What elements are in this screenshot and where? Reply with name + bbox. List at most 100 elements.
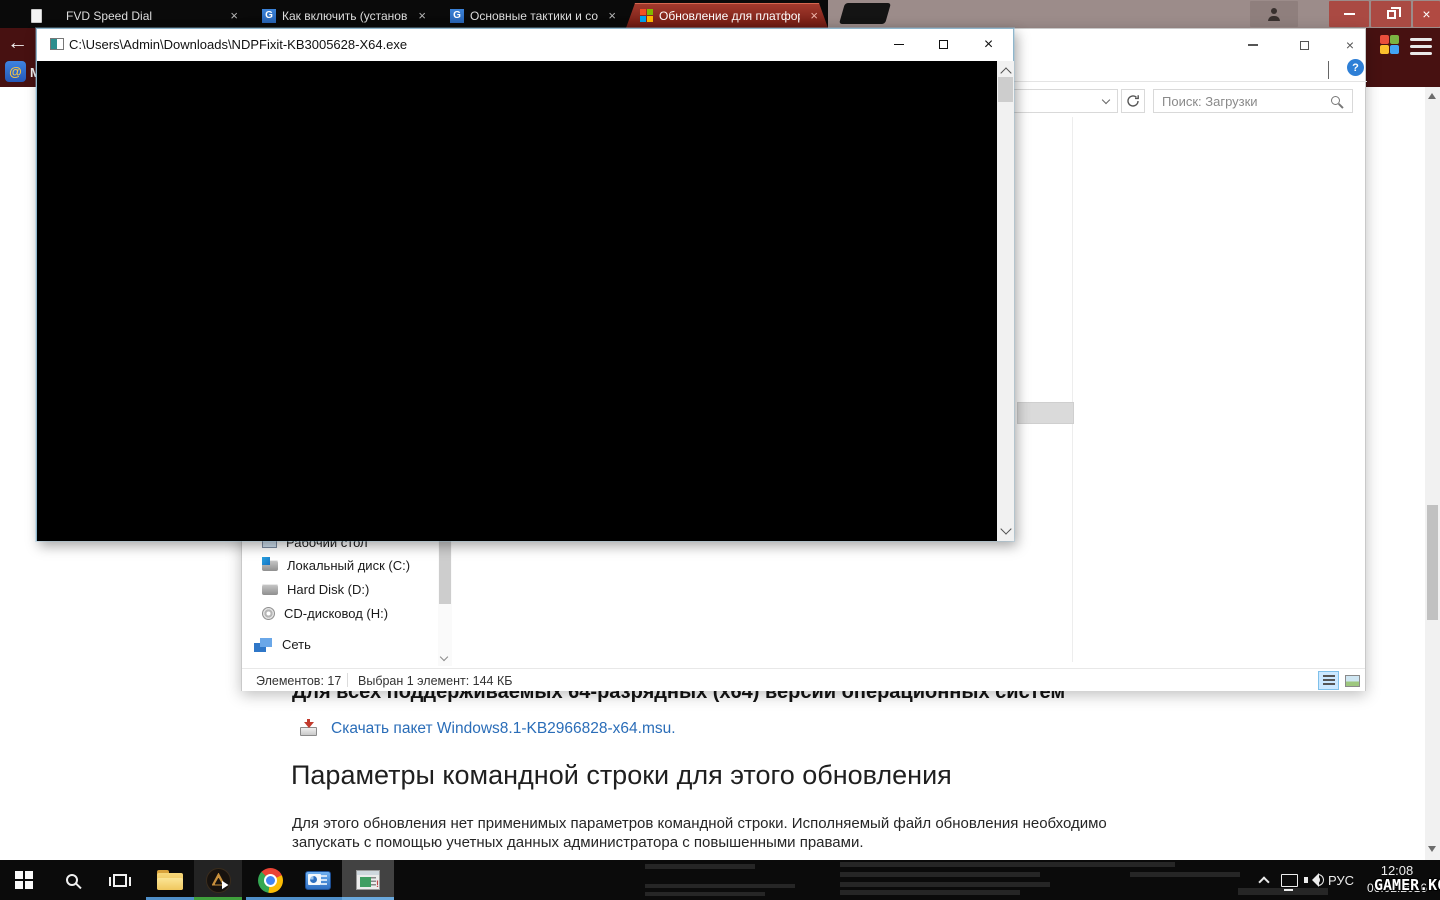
minimize-icon <box>1344 13 1355 15</box>
details-view-button[interactable] <box>1318 671 1339 690</box>
language-indicator[interactable]: РУС <box>1328 873 1354 888</box>
sidebar-item-label: Hard Disk (D:) <box>287 582 369 597</box>
ghost-text <box>840 882 1050 887</box>
download-icon <box>300 719 317 736</box>
explorer-status-bar: Элементов: 17 Выбран 1 элемент: 144 КБ <box>242 668 1365 691</box>
explorer-minimize-button[interactable] <box>1236 35 1270 55</box>
help-button[interactable]: ? <box>1347 59 1364 76</box>
explorer-close-button[interactable]: × <box>1333 35 1367 55</box>
tray-volume-button[interactable] <box>1300 860 1328 900</box>
scroll-down-arrow[interactable] <box>1428 846 1436 856</box>
chrome-icon <box>258 868 283 893</box>
browser-scrollbar[interactable] <box>1425 85 1440 860</box>
page-icon <box>31 9 42 23</box>
site-favicon: G <box>262 9 276 23</box>
console-close-button[interactable]: × <box>966 29 1011 60</box>
task-view-button[interactable] <box>96 860 144 900</box>
taskbar-app-button[interactable] <box>294 860 342 900</box>
page-command-text: Для этого обновления нет применимых пара… <box>292 814 1114 852</box>
console-minimize-button[interactable] <box>876 29 921 60</box>
close-icon: × <box>1346 38 1354 52</box>
tab-close-icon[interactable]: × <box>604 9 616 22</box>
refresh-button[interactable] <box>1121 89 1145 113</box>
tab-label: Обновление для платфор <box>659 9 800 23</box>
console-window-title: C:\Users\Admin\Downloads\NDPFixit-KB3005… <box>69 37 407 52</box>
sidebar-item-cd-drive-h[interactable]: CD-дисковод (H:) <box>262 604 432 623</box>
network-icon <box>254 638 273 652</box>
ghost-text <box>645 884 795 888</box>
console-maximize-button[interactable] <box>921 29 966 60</box>
start-button[interactable] <box>0 860 48 900</box>
taskbar-ndpfixit-button[interactable]: ! <box>342 860 394 900</box>
taskbar: ! РУС 12:08 06.02.2016 <box>0 860 1440 900</box>
installer-window-icon: ! <box>356 870 380 890</box>
console-title-bar[interactable]: C:\Users\Admin\Downloads\NDPFixit-KB3005… <box>37 29 1013 61</box>
ribbon-expand-icon[interactable] <box>1328 61 1329 79</box>
ghost-text <box>1130 872 1240 877</box>
explorer-search-input[interactable]: Поиск: Загрузки <box>1153 89 1353 113</box>
browser-close-button[interactable]: × <box>1413 1 1440 27</box>
sidebar-item-hard-disk-d[interactable]: Hard Disk (D:) <box>262 580 432 599</box>
taskbar-search-button[interactable] <box>48 860 96 900</box>
explorer-maximize-button[interactable] <box>1287 35 1321 55</box>
folder-icon <box>157 870 183 890</box>
browser-tab-strip: FVD Speed Dial × G Как включить (установ… <box>0 0 1440 28</box>
tab-label: Как включить (установит <box>282 9 408 23</box>
drive-d-icon <box>262 584 278 595</box>
sidebar-item-local-disk-c[interactable]: Локальный диск (C:) <box>262 556 432 575</box>
scroll-down-arrow[interactable] <box>440 653 448 661</box>
scrollbar-thumb[interactable] <box>998 77 1013 102</box>
tab-pinned[interactable] <box>14 3 58 28</box>
app-card-icon <box>305 871 331 890</box>
scroll-down-arrow[interactable] <box>1000 523 1011 534</box>
thumbnail-view-icon <box>1345 675 1360 687</box>
address-dropdown-icon[interactable] <box>1102 96 1110 104</box>
pane-divider <box>1072 117 1073 662</box>
taskbar-aimp-button[interactable] <box>194 860 242 900</box>
tab-obnovlenie-active[interactable]: Обновление для платфор × <box>626 3 828 28</box>
tab-close-icon[interactable]: × <box>226 9 238 22</box>
list-scrollbar-thumb[interactable] <box>1017 402 1074 424</box>
back-button[interactable]: ← <box>7 31 28 55</box>
sidebar-item-label: CD-дисковод (H:) <box>284 606 388 621</box>
scrollbar-thumb[interactable] <box>439 541 451 604</box>
scrollbar-thumb[interactable] <box>1427 505 1438 620</box>
console-scrollbar[interactable] <box>997 61 1014 541</box>
browser-menu-icon[interactable] <box>1410 38 1432 59</box>
tab-osnovnye-taktiki[interactable]: G Основные тактики и сове × <box>436 3 626 28</box>
sidebar-item-network[interactable]: Сеть <box>254 635 424 654</box>
ghost-text <box>840 890 1020 895</box>
ghost-text <box>645 892 765 896</box>
close-icon: × <box>1422 7 1430 21</box>
minimize-icon <box>1248 44 1258 46</box>
desktop: Для всех поддерживаемых 64-разрядных (x6… <box>0 0 1440 900</box>
new-tab-button[interactable] <box>839 3 891 24</box>
cd-drive-icon <box>262 607 275 620</box>
tray-show-hidden-icons[interactable] <box>1252 860 1276 900</box>
ndpfixit-console-window: C:\Users\Admin\Downloads\NDPFixit-KB3005… <box>36 28 1014 541</box>
tray-network-button[interactable] <box>1276 860 1302 900</box>
mailru-bookmark-icon[interactable]: @ <box>5 61 26 82</box>
tab-kak-vklyuchit[interactable]: G Как включить (установит × <box>248 3 436 28</box>
tab-close-icon[interactable]: × <box>806 9 818 22</box>
task-view-icon <box>113 874 127 887</box>
thumbnails-view-button[interactable] <box>1342 671 1363 690</box>
download-package-link[interactable]: Скачать пакет Windows8.1-KB2966828-x64.m… <box>331 720 676 738</box>
network-icon <box>1281 874 1298 887</box>
search-icon <box>1331 96 1340 105</box>
items-count: Элементов: 17 <box>256 674 341 688</box>
tab-fvd-speed-dial[interactable]: FVD Speed Dial × <box>52 3 248 28</box>
console-output-area <box>37 61 997 541</box>
tab-close-icon[interactable]: × <box>414 9 426 22</box>
sidebar-item-label: Локальный диск (C:) <box>287 558 410 573</box>
taskbar-chrome-button[interactable] <box>246 860 294 900</box>
tab-label: FVD Speed Dial <box>66 9 152 23</box>
extension-icon[interactable] <box>1380 35 1399 54</box>
list-view-icon <box>1323 675 1335 687</box>
browser-minimize-button[interactable] <box>1329 1 1369 27</box>
scroll-up-arrow[interactable] <box>1428 89 1436 99</box>
browser-profile-button[interactable] <box>1250 1 1298 27</box>
browser-restore-button[interactable] <box>1371 1 1411 27</box>
taskbar-explorer-button[interactable] <box>146 860 194 900</box>
page-command-heading: Параметры командной строки для этого обн… <box>291 760 952 791</box>
